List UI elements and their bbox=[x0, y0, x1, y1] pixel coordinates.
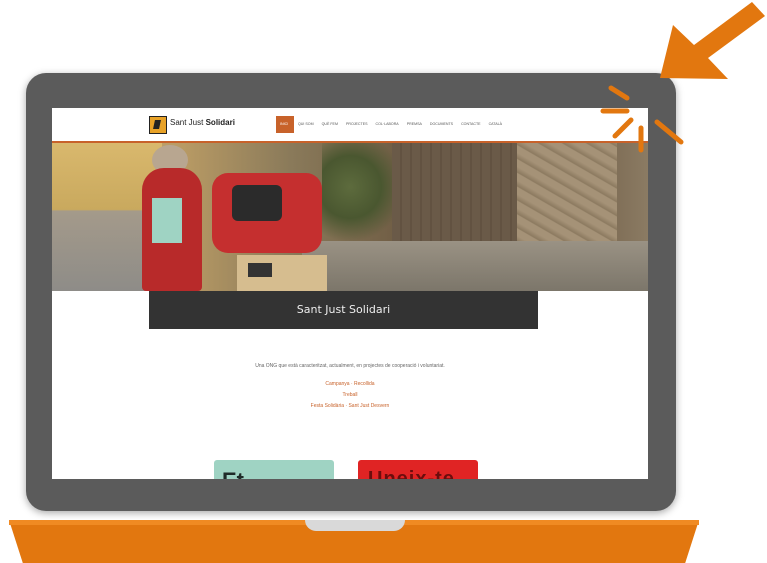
logo-text-bold: Solidari bbox=[205, 118, 235, 127]
link-treball[interactable]: Treball bbox=[52, 390, 648, 401]
site-header: Sant Just Solidari INICI QUI SOM QUÈ FEM… bbox=[52, 108, 648, 143]
site-logo-icon[interactable] bbox=[149, 116, 167, 134]
nav-item-projectes[interactable]: PROJECTES bbox=[342, 116, 372, 133]
nav-item-col-labora[interactable]: COL·LABORA bbox=[372, 116, 403, 133]
hero-ground bbox=[302, 241, 648, 291]
intro-text: Una ONG que està caracteritzat, actualme… bbox=[255, 363, 445, 369]
site-logo-text[interactable]: Sant Just Solidari bbox=[170, 118, 235, 127]
hero-image bbox=[52, 143, 648, 291]
laptop-base-notch bbox=[305, 520, 405, 531]
card-uneix-te-text: Uneix-te bbox=[368, 468, 455, 479]
main-nav: INICI QUI SOM QUÈ FEM PROJECTES COL·LABO… bbox=[276, 116, 506, 133]
website-screenshot: Sant Just Solidari INICI QUI SOM QUÈ FEM… bbox=[52, 108, 648, 479]
nav-item-documents[interactable]: DOCUMENTS bbox=[426, 116, 457, 133]
nav-item-inici[interactable]: INICI bbox=[276, 116, 294, 133]
logo-text-light: Sant Just bbox=[170, 118, 204, 127]
nav-item-premsa[interactable]: PREMSA bbox=[403, 116, 426, 133]
link-festa[interactable]: Festa Solidària · Sant Just Desvern bbox=[52, 401, 648, 412]
page-title: Sant Just Solidari bbox=[149, 291, 538, 329]
nav-item-catala[interactable]: CATALÀ bbox=[485, 116, 506, 133]
card-et-text: Et bbox=[222, 468, 244, 479]
links-list: Campanya · Recollida Treball Festa Solid… bbox=[52, 379, 648, 412]
nav-item-contacte[interactable]: CONTACTE bbox=[457, 116, 485, 133]
card-uneix-te[interactable]: Uneix-te bbox=[358, 460, 478, 479]
card-et[interactable]: Et bbox=[214, 460, 334, 479]
hero-box-label bbox=[248, 263, 272, 277]
link-campanya[interactable]: Campanya · Recollida bbox=[52, 379, 648, 390]
nav-item-qui-som[interactable]: QUI SOM bbox=[294, 116, 318, 133]
hero-plants bbox=[322, 143, 392, 253]
hero-sign bbox=[152, 198, 182, 243]
arrow-pointer-icon bbox=[660, 2, 765, 79]
hero-trailer-window bbox=[232, 185, 282, 221]
nav-item-que-fem[interactable]: QUÈ FEM bbox=[318, 116, 342, 133]
